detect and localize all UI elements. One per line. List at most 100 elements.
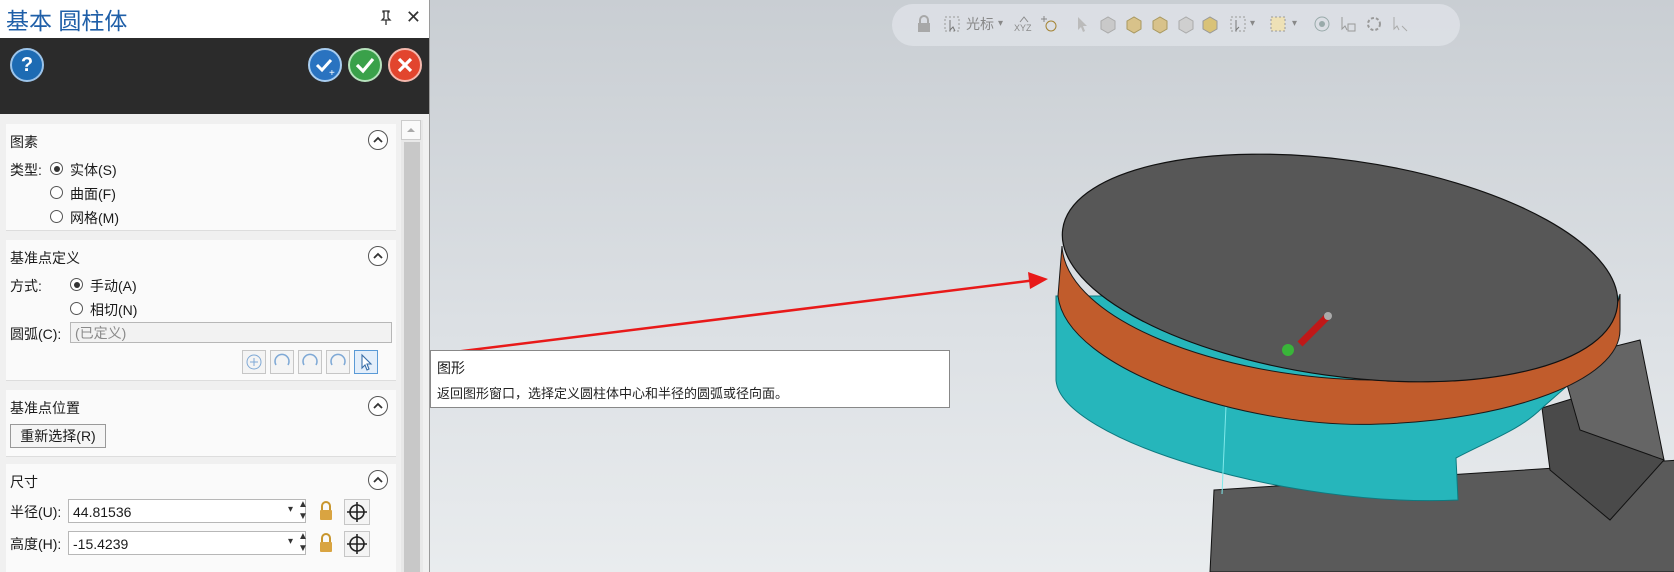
radius-pick-button[interactable] (344, 499, 370, 525)
global-icon[interactable] (1312, 14, 1332, 34)
scroll-thumb[interactable] (404, 142, 420, 572)
xyz-icon[interactable]: XYZ (1014, 14, 1034, 34)
action-bar: ? + 基本 高级 (0, 38, 429, 171)
radius-spinner[interactable]: ▲ ▼ (298, 499, 308, 523)
chevron-down-icon[interactable]: ▾ (998, 18, 1003, 29)
height-label: 高度(H): (10, 536, 62, 552)
check-plus-icon: + (315, 58, 335, 79)
help-button[interactable]: ? (10, 48, 44, 82)
chevron-down-icon[interactable]: ▾ (1250, 18, 1255, 29)
scroll-up-button[interactable] (401, 120, 421, 140)
solid-icon[interactable] (1098, 14, 1118, 34)
select-icon[interactable] (1228, 14, 1248, 34)
close-icon[interactable]: ✕ (406, 8, 421, 26)
type-label: 类型: (10, 162, 42, 178)
graphics-viewport[interactable]: 光标 ▾ XYZ ▾ ▾ (430, 0, 1674, 572)
axis-tip (1324, 312, 1332, 320)
pointer-icon[interactable] (1072, 14, 1092, 34)
undo-select-icon[interactable] (1390, 14, 1410, 34)
cube-icon[interactable] (1150, 14, 1170, 34)
radius-dropdown-icon[interactable]: ▾ (288, 504, 293, 515)
reselect-button[interactable]: 重新选择(R) (10, 424, 106, 448)
arc-option-button-3[interactable] (326, 350, 350, 374)
verify-icon[interactable] (1338, 14, 1358, 34)
radio-mesh-label[interactable]: 网格(M) (70, 208, 119, 228)
arc-field: (已定义) (70, 322, 392, 343)
svg-text:+: + (329, 68, 335, 79)
panel-content: 图素 类型: 实体(S) 曲面(F) 网格(M) 基准点定义 方式: 手动(A)… (0, 114, 400, 572)
radio-manual[interactable] (70, 278, 83, 291)
lock-icon[interactable] (914, 14, 934, 34)
collapse-icon[interactable] (368, 470, 388, 490)
cursor-mode-label[interactable]: 光标 (966, 14, 994, 34)
arc-icon (330, 353, 346, 366)
radio-manual-label[interactable]: 手动(A) (90, 276, 137, 296)
check-icon (355, 57, 375, 74)
ok-and-create-new-button[interactable]: + (308, 48, 342, 82)
box-select-icon[interactable] (1268, 14, 1288, 34)
cylinder-panel: 基本 圆柱体 ✕ ? + 基本 高级 图素 类型: 实体(S) 曲面(F) (0, 0, 430, 572)
radio-surface[interactable] (50, 186, 63, 199)
settings-icon[interactable] (1364, 14, 1384, 34)
lock-icon[interactable] (318, 500, 334, 522)
cube-icon[interactable] (1176, 14, 1196, 34)
radio-mesh[interactable] (50, 210, 63, 223)
height-input[interactable]: -15.4239 (68, 531, 306, 555)
collapse-icon[interactable] (368, 130, 388, 150)
select-filter-icon[interactable] (942, 14, 962, 34)
ok-button[interactable] (348, 48, 382, 82)
pointer-icon (361, 353, 373, 371)
height-pick-button[interactable] (344, 531, 370, 557)
section-title: 图素 (10, 134, 38, 150)
tooltip: 图形 返回图形窗口，选择定义圆柱体中心和半径的圆弧或径向面。 (430, 350, 950, 408)
lock-icon[interactable] (318, 532, 334, 554)
radio-tangent[interactable] (70, 302, 83, 315)
section-title: 基准点定义 (10, 250, 80, 266)
crosshair-icon (347, 502, 367, 522)
cube-icon[interactable] (1124, 14, 1144, 34)
arc-icon (274, 353, 290, 366)
collapse-icon[interactable] (368, 246, 388, 266)
radio-surface-label[interactable]: 曲面(F) (70, 184, 116, 204)
radio-tangent-label[interactable]: 相切(N) (90, 300, 137, 320)
panel-title: 基本 圆柱体 (6, 8, 128, 34)
radio-solid-label[interactable]: 实体(S) (70, 160, 117, 180)
size-section: 尺寸 半径(U): 44.81536 ▾ ▲ ▼ 高度(H): -15.4239 … (6, 464, 396, 572)
arc-label: 圆弧(C): (10, 326, 62, 342)
close-x-icon (397, 57, 413, 73)
pointer-arrow-head (1028, 272, 1048, 289)
tooltip-title: 图形 (437, 360, 465, 376)
collapse-icon[interactable] (368, 396, 388, 416)
view-toolbar: 光标 ▾ XYZ ▾ ▾ (892, 4, 1460, 46)
green-axis-handle[interactable] (1282, 344, 1294, 356)
entity-section: 图素 类型: 实体(S) 曲面(F) 网格(M) (6, 124, 396, 231)
arc-icon (302, 353, 318, 366)
model-scene[interactable] (430, 0, 1674, 572)
radio-solid[interactable] (50, 162, 63, 175)
add-arc-button[interactable] (242, 350, 266, 374)
basepoint-position-section: 基准点位置 重新选择(R) (6, 390, 396, 457)
pointer-arrow-line (430, 278, 1037, 357)
height-spinner[interactable]: ▲ ▼ (298, 531, 308, 555)
method-label: 方式: (10, 278, 42, 294)
svg-text:XYZ: XYZ (1014, 23, 1032, 33)
circle-add-icon (246, 354, 262, 370)
section-title: 尺寸 (10, 474, 38, 490)
pin-icon[interactable] (379, 10, 393, 26)
add-point-icon[interactable] (1040, 14, 1060, 34)
select-graphics-button[interactable] (354, 350, 378, 374)
chevron-down-icon[interactable]: ▾ (1292, 18, 1297, 29)
radius-input[interactable]: 44.81536 (68, 499, 306, 523)
crosshair-icon (347, 534, 367, 554)
shaded-icon[interactable] (1200, 14, 1220, 34)
cancel-button[interactable] (388, 48, 422, 82)
panel-title-bar: 基本 圆柱体 ✕ (0, 0, 429, 38)
arc-option-button-1[interactable] (270, 350, 294, 374)
tooltip-text: 返回图形窗口，选择定义圆柱体中心和半径的圆弧或径向面。 (437, 386, 789, 401)
panel-scrollbar[interactable] (401, 120, 423, 572)
section-title: 基准点位置 (10, 400, 80, 416)
arc-option-button-2[interactable] (298, 350, 322, 374)
height-dropdown-icon[interactable]: ▾ (288, 536, 293, 547)
radius-label: 半径(U): (10, 504, 62, 520)
basepoint-definition-section: 基准点定义 方式: 手动(A) 相切(N) 圆弧(C): (已定义) (6, 240, 396, 381)
